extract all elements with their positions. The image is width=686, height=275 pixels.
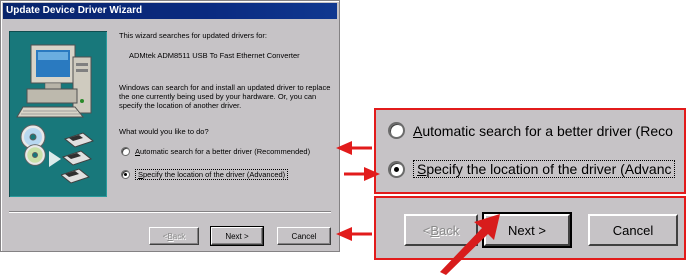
radio-automatic[interactable] bbox=[121, 147, 130, 156]
device-name: ADMtek ADM8511 USB To Fast Ethernet Conv… bbox=[129, 51, 300, 60]
radio-specify[interactable] bbox=[121, 170, 130, 179]
zoom-option-automatic-label: Automatic search for a better driver (Re… bbox=[413, 122, 673, 139]
dialog-title: Update Device Driver Wizard bbox=[6, 5, 143, 16]
zoom-option-specify[interactable]: Specify the location of the driver (Adva… bbox=[388, 160, 676, 178]
dialog-titlebar[interactable]: Update Device Driver Wizard bbox=[3, 3, 337, 19]
arrow-icon bbox=[336, 227, 372, 241]
option-automatic-search[interactable]: Automatic search for a better driver (Re… bbox=[121, 147, 310, 156]
wizard-dialog: Update Device Driver Wizard This wizard … bbox=[0, 0, 340, 252]
back-button[interactable]: < Back bbox=[149, 227, 199, 245]
zoom-option-specify-label: Specify the location of the driver (Adva… bbox=[413, 160, 676, 178]
zoom-radio-specify[interactable] bbox=[388, 160, 405, 178]
description-text: Windows can search for and install an up… bbox=[119, 83, 331, 110]
arrow-icon bbox=[49, 151, 61, 167]
zoom-cancel-button[interactable]: Cancel bbox=[588, 214, 678, 246]
zoom-next-button[interactable]: Next > bbox=[482, 212, 572, 248]
intro-text: This wizard searches for updated drivers… bbox=[119, 31, 267, 40]
zoom-panel-buttons: < Back Next > Cancel bbox=[374, 196, 686, 260]
option-specify-location[interactable]: Specify the location of the driver (Adva… bbox=[121, 169, 289, 180]
zoom-back-button[interactable]: < Back bbox=[404, 214, 478, 246]
cd-disc-icon bbox=[24, 144, 46, 166]
option-specify-label: Specify the location of the driver (Adva… bbox=[135, 169, 289, 180]
button-separator bbox=[9, 211, 331, 213]
wizard-art-panel bbox=[9, 31, 107, 197]
cancel-button[interactable]: Cancel bbox=[277, 227, 331, 245]
zoom-radio-automatic[interactable] bbox=[388, 122, 405, 139]
option-automatic-label: Automatic search for a better driver (Re… bbox=[135, 147, 311, 156]
zoom-panel-options: Automatic search for a better driver (Re… bbox=[374, 108, 686, 194]
question-text: What would you like to do? bbox=[119, 127, 209, 136]
next-button[interactable]: Next > bbox=[210, 226, 264, 246]
arrow-icon bbox=[336, 141, 372, 155]
zoom-option-automatic[interactable]: Automatic search for a better driver (Re… bbox=[388, 122, 673, 139]
floppy-disk-icon bbox=[61, 132, 95, 184]
